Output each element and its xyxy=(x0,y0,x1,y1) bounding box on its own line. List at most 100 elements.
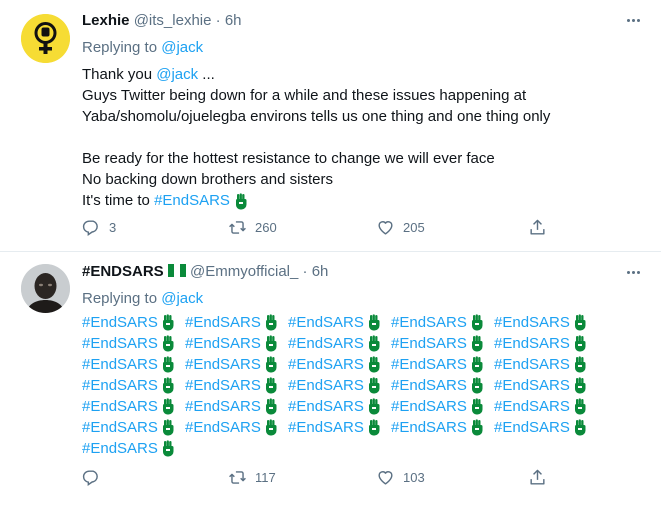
raised-fist-green-icon xyxy=(368,314,380,331)
display-name[interactable]: #ENDSARS xyxy=(82,263,164,280)
raised-fist-green-icon xyxy=(574,335,586,352)
like-button[interactable]: 103 xyxy=(376,468,425,487)
raised-fist-green-icon xyxy=(368,419,380,436)
raised-fist-green-icon xyxy=(368,377,380,394)
more-options-icon[interactable] xyxy=(623,265,643,279)
retweet-icon xyxy=(229,221,246,234)
raised-fist-green-icon xyxy=(162,440,174,457)
raised-fist-green-icon xyxy=(162,377,174,394)
hashtag-link[interactable]: #EndSARS xyxy=(82,375,175,396)
raised-fist-green-icon xyxy=(162,356,174,373)
reply-icon xyxy=(82,470,98,486)
raised-fist-green-icon xyxy=(236,192,247,210)
hashtag-link[interactable]: #EndSARS xyxy=(391,375,484,396)
raised-fist-green-icon xyxy=(265,314,277,331)
hashtag-link[interactable]: #EndSARS xyxy=(288,375,381,396)
hashtag-link[interactable]: #EndSARS xyxy=(82,312,175,333)
more-options-icon[interactable] xyxy=(623,13,643,27)
hashtag-link[interactable]: #EndSARS xyxy=(494,396,587,417)
hashtag-link[interactable]: #EndSARS xyxy=(391,396,484,417)
tweet[interactable]: #ENDSARS @Emmyofficial_ · 6h Replying to… xyxy=(0,252,661,505)
hashtag-link[interactable]: #EndSARS xyxy=(288,354,381,375)
tweet-actions: 3 260 205 xyxy=(82,218,562,240)
hashtag-link[interactable]: #EndSARS xyxy=(494,417,587,438)
share-button[interactable] xyxy=(528,218,547,237)
reply-button[interactable] xyxy=(82,468,109,487)
hashtag-link[interactable]: #EndSARS xyxy=(391,312,484,333)
raised-fist-green-icon xyxy=(265,398,277,415)
retweet-icon xyxy=(229,471,246,484)
hashtag-link[interactable]: #EndSARS xyxy=(185,396,278,417)
raised-fist-green-icon xyxy=(574,377,586,394)
hashtag-row: #EndSARS #EndSARS #EndSARS #EndSARS #EndSARS xyxy=(82,417,642,438)
mention-link[interactable]: @jack xyxy=(156,66,198,83)
replying-to: Replying to @jack xyxy=(82,290,204,307)
raised-fist-green-icon xyxy=(471,335,483,352)
raised-fist-green-icon xyxy=(471,398,483,415)
hashtag-row: #EndSARS xyxy=(82,438,642,459)
raised-fist-green-icon xyxy=(471,419,483,436)
retweet-count: 117 xyxy=(255,470,276,485)
raised-fist-green-icon xyxy=(265,335,277,352)
tweet-actions: 117 103 xyxy=(82,468,562,490)
avatar[interactable] xyxy=(21,264,70,313)
hashtag-link[interactable]: #EndSARS xyxy=(494,333,587,354)
handle[interactable]: @Emmyofficial_ xyxy=(190,263,298,280)
separator-dot: · xyxy=(302,263,308,280)
retweet-button[interactable]: 260 xyxy=(228,218,277,237)
hashtag-link[interactable]: #EndSARS xyxy=(494,354,587,375)
hashtag-link[interactable]: #EndSARS xyxy=(185,312,278,333)
hashtag-row: #EndSARS #EndSARS #EndSARS #EndSARS #EndSARS xyxy=(82,396,642,417)
like-button[interactable]: 205 xyxy=(376,218,425,237)
hashtag-link[interactable]: #EndSARS xyxy=(391,333,484,354)
timestamp[interactable]: 6h xyxy=(312,263,329,280)
tweet[interactable]: Lexhie @its_lexhie · 6h Replying to @jac… xyxy=(0,0,661,252)
raised-fist-green-icon xyxy=(162,398,174,415)
hashtag-link[interactable]: #EndSARS xyxy=(82,417,175,438)
hashtag-row: #EndSARS #EndSARS #EndSARS #EndSARS #EndSARS xyxy=(82,375,642,396)
avatar[interactable] xyxy=(21,14,70,63)
raised-fist-green-icon xyxy=(471,314,483,331)
hashtag-link[interactable]: #EndSARS xyxy=(288,417,381,438)
hashtag-link[interactable]: #EndSARS xyxy=(494,312,587,333)
separator-dot: · xyxy=(215,12,221,29)
hashtag-link[interactable]: #EndSARS xyxy=(82,333,175,354)
hashtag-link[interactable]: #EndSARS xyxy=(154,192,230,209)
reply-button[interactable]: 3 xyxy=(82,218,116,237)
profile-photo-icon xyxy=(21,264,70,313)
hashtag-link[interactable]: #EndSARS xyxy=(185,375,278,396)
tweet-line: Yaba/shomolu/ojuelegba environs tells us… xyxy=(82,108,551,125)
raised-fist-green-icon xyxy=(368,356,380,373)
hashtag-link[interactable]: #EndSARS xyxy=(288,333,381,354)
hashtag-link[interactable]: #EndSARS xyxy=(185,354,278,375)
reply-mention-link[interactable]: @jack xyxy=(161,290,203,307)
hashtag-link[interactable]: #EndSARS xyxy=(391,354,484,375)
share-icon xyxy=(530,219,545,235)
share-button[interactable] xyxy=(528,468,547,487)
raised-fist-green-icon xyxy=(265,356,277,373)
retweet-button[interactable]: 117 xyxy=(228,468,276,487)
hashtag-link[interactable]: #EndSARS xyxy=(288,396,381,417)
retweet-count: 260 xyxy=(255,220,277,235)
heart-icon xyxy=(378,221,393,235)
reply-count: 3 xyxy=(109,220,117,235)
hashtag-link[interactable]: #EndSARS xyxy=(82,354,175,375)
reply-icon xyxy=(82,220,98,236)
hashtag-link[interactable]: #EndSARS xyxy=(185,417,278,438)
heart-icon xyxy=(378,471,393,485)
hashtag-link[interactable]: #EndSARS xyxy=(494,375,587,396)
raised-fist-green-icon xyxy=(162,314,174,331)
hashtag-link[interactable]: #EndSARS xyxy=(185,333,278,354)
hashtag-row: #EndSARS #EndSARS #EndSARS #EndSARS #EndSARS xyxy=(82,333,642,354)
raised-fist-green-icon xyxy=(574,398,586,415)
display-name[interactable]: Lexhie xyxy=(82,12,130,29)
reply-mention-link[interactable]: @jack xyxy=(161,39,203,56)
hashtag-link[interactable]: #EndSARS xyxy=(288,312,381,333)
handle[interactable]: @its_lexhie xyxy=(134,12,212,29)
hashtag-link[interactable]: #EndSARS xyxy=(82,396,175,417)
timestamp[interactable]: 6h xyxy=(225,12,242,29)
venus-fist-logo-icon xyxy=(21,14,70,63)
hashtag-link[interactable]: #EndSARS xyxy=(82,438,175,459)
hashtag-link[interactable]: #EndSARS xyxy=(391,417,484,438)
raised-fist-green-icon xyxy=(368,335,380,352)
